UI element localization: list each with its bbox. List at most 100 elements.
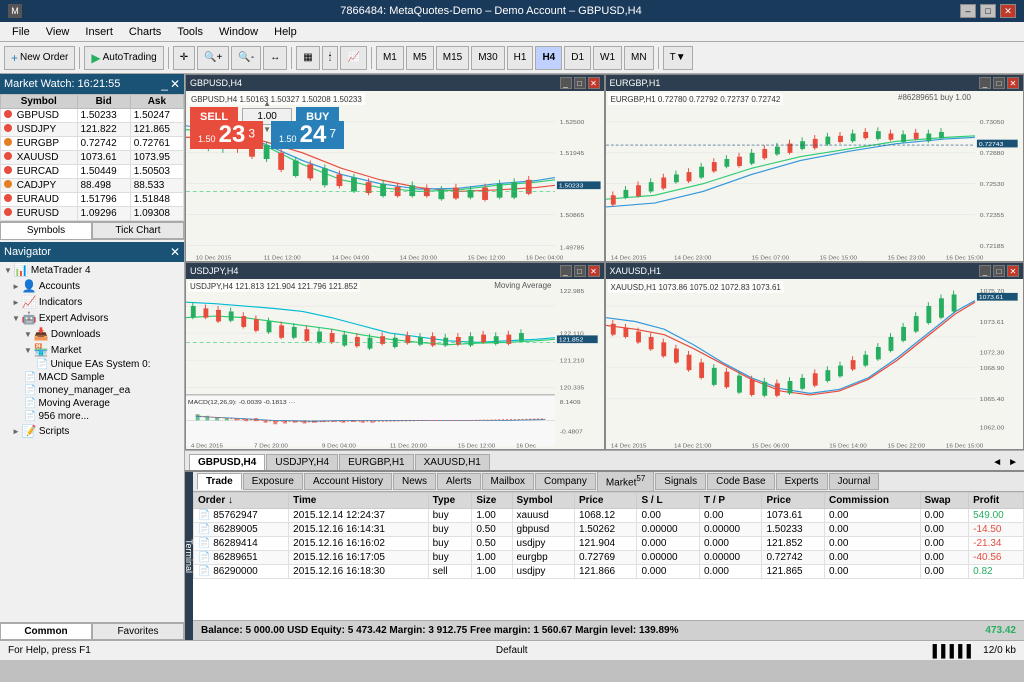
col-symbol[interactable]: Symbol <box>512 493 574 509</box>
minimize-button[interactable]: – <box>960 4 976 18</box>
nav-expert-advisors[interactable]: ▼ 🤖 Expert Advisors <box>0 310 184 326</box>
nav-more[interactable]: 📄 956 more... <box>0 410 184 423</box>
chart-gbpusd-minimize[interactable]: _ <box>560 77 572 89</box>
col-tp[interactable]: T / P <box>699 493 762 509</box>
period-mn[interactable]: MN <box>624 46 654 70</box>
menu-tools[interactable]: Tools <box>169 24 211 40</box>
menu-charts[interactable]: Charts <box>121 24 169 40</box>
tab-account-history[interactable]: Account History <box>304 473 392 490</box>
maximize-button[interactable]: □ <box>980 4 996 18</box>
chart-gbpusd-maximize[interactable]: □ <box>574 77 586 89</box>
template-button[interactable]: T▼ <box>663 46 693 70</box>
menu-view[interactable]: View <box>38 24 78 40</box>
chart-eurgbp-close[interactable]: ✕ <box>1007 77 1019 89</box>
period-m15[interactable]: M15 <box>436 46 469 70</box>
chart-eurgbp-maximize[interactable]: □ <box>993 77 1005 89</box>
market-row[interactable]: EURUSD 1.09296 1.09308 <box>1 207 184 221</box>
nav-macd-sample[interactable]: 📄 MACD Sample <box>0 371 184 384</box>
tab-alerts[interactable]: Alerts <box>437 473 481 490</box>
chart-gbpusd-close[interactable]: ✕ <box>588 77 600 89</box>
market-row[interactable]: EURCAD 1.50449 1.50503 <box>1 165 184 179</box>
crosshair-button[interactable]: ✛ <box>173 46 195 70</box>
market-symbols-tab[interactable]: Symbols <box>0 222 92 239</box>
chart-usdjpy-close[interactable]: ✕ <box>588 265 600 277</box>
chart-xauusd-minimize[interactable]: _ <box>979 265 991 277</box>
period-w1[interactable]: W1 <box>593 46 622 70</box>
col-time[interactable]: Time <box>289 493 428 509</box>
col-price[interactable]: Price <box>574 493 637 509</box>
market-watch-close[interactable]: ✕ <box>170 77 180 91</box>
tab-journal[interactable]: Journal <box>829 473 880 490</box>
candle-chart-button[interactable]: 🕯 <box>322 46 339 70</box>
market-row[interactable]: XAUUSD 1073.61 1073.95 <box>1 151 184 165</box>
nav-unique-eas[interactable]: 📄 Unique EAs System 0: <box>0 358 184 371</box>
tab-exposure[interactable]: Exposure <box>243 473 303 490</box>
new-order-button[interactable]: + New Order <box>4 46 75 70</box>
col-curr-price[interactable]: Price <box>762 493 825 509</box>
col-profit[interactable]: Profit <box>969 493 1024 509</box>
zoom-in-button[interactable]: 🔍+ <box>197 46 229 70</box>
tab-market[interactable]: Market57 <box>597 472 654 492</box>
chart-tab-eurgbp[interactable]: EURGBP,H1 <box>339 454 414 470</box>
order-row[interactable]: 📄 86289005 2015.12.16 16:14:31 buy 0.50 … <box>194 523 1024 537</box>
nav-moving-average[interactable]: 📄 Moving Average <box>0 397 184 410</box>
auto-trading-button[interactable]: ▶ AutoTrading <box>84 46 163 70</box>
market-row[interactable]: GBPUSD 1.50233 1.50247 <box>1 109 184 123</box>
market-row[interactable]: EURAUD 1.51796 1.51848 <box>1 193 184 207</box>
nav-downloads[interactable]: ▼ 📥 Downloads <box>0 326 184 342</box>
tab-code-base[interactable]: Code Base <box>707 473 774 490</box>
chart-nav-left[interactable]: ◄ <box>990 455 1004 470</box>
close-button[interactable]: ✕ <box>1000 4 1016 18</box>
tab-signals[interactable]: Signals <box>655 473 706 490</box>
menu-help[interactable]: Help <box>266 24 305 40</box>
nav-scripts[interactable]: ► 📝 Scripts <box>0 423 184 439</box>
period-m30[interactable]: M30 <box>471 46 504 70</box>
col-size[interactable]: Size <box>472 493 512 509</box>
chart-tab-usdjpy[interactable]: USDJPY,H4 <box>266 454 338 470</box>
market-row[interactable]: EURGBP 0.72742 0.72761 <box>1 137 184 151</box>
bar-chart-button[interactable]: ▦ <box>296 46 319 70</box>
zoom-out-button[interactable]: 🔍- <box>231 46 261 70</box>
tab-trade[interactable]: Trade <box>197 473 242 490</box>
chart-tab-gbpusd[interactable]: GBPUSD,H4 <box>189 454 265 470</box>
chart-nav-right[interactable]: ► <box>1006 455 1020 470</box>
period-h4[interactable]: H4 <box>535 46 562 70</box>
line-chart-button[interactable]: 📈 <box>340 46 366 70</box>
col-swap[interactable]: Swap <box>920 493 969 509</box>
nav-money-manager[interactable]: 📄 money_manager_ea <box>0 384 184 397</box>
nav-market[interactable]: ▼ 🏪 Market <box>0 342 184 358</box>
col-commission[interactable]: Commission <box>824 493 920 509</box>
chart-xauusd-maximize[interactable]: □ <box>993 265 1005 277</box>
terminal-label[interactable]: Terminal <box>185 472 193 640</box>
market-row[interactable]: CADJPY 88.498 88.533 <box>1 179 184 193</box>
chart-usdjpy-maximize[interactable]: □ <box>574 265 586 277</box>
order-row[interactable]: 📄 85762947 2015.12.14 12:24:37 buy 1.00 … <box>194 509 1024 523</box>
col-type[interactable]: Type <box>428 493 472 509</box>
market-row[interactable]: USDJPY 121.822 121.865 <box>1 123 184 137</box>
tab-news[interactable]: News <box>393 473 436 490</box>
market-tick-tab[interactable]: Tick Chart <box>92 222 184 239</box>
chart-tab-xauusd[interactable]: XAUUSD,H1 <box>415 454 490 470</box>
order-row[interactable]: 📄 86289651 2015.12.16 16:17:05 buy 1.00 … <box>194 551 1024 565</box>
tab-mailbox[interactable]: Mailbox <box>482 473 534 490</box>
period-m1[interactable]: M1 <box>376 46 404 70</box>
tab-company[interactable]: Company <box>535 473 596 490</box>
tab-common[interactable]: Common <box>0 623 92 640</box>
navigator-close[interactable]: ✕ <box>170 245 180 259</box>
order-row[interactable]: 📄 86290000 2015.12.16 16:18:30 sell 1.00… <box>194 565 1024 579</box>
tab-favorites[interactable]: Favorites <box>92 623 184 640</box>
menu-file[interactable]: File <box>4 24 38 40</box>
order-row[interactable]: 📄 86289414 2015.12.16 16:16:02 buy 0.50 … <box>194 537 1024 551</box>
tab-experts[interactable]: Experts <box>776 473 828 490</box>
menu-window[interactable]: Window <box>211 24 266 40</box>
chart-usdjpy-minimize[interactable]: _ <box>560 265 572 277</box>
chart-xauusd-close[interactable]: ✕ <box>1007 265 1019 277</box>
col-sl[interactable]: S / L <box>637 493 700 509</box>
nav-indicators[interactable]: ► 📈 Indicators <box>0 294 184 310</box>
nav-metatrader4[interactable]: ▼ 📊 MetaTrader 4 <box>0 262 184 278</box>
menu-insert[interactable]: Insert <box>77 24 121 40</box>
market-watch-minimize[interactable]: _ <box>161 77 168 91</box>
chart-scroll-button[interactable]: ↔ <box>263 46 287 70</box>
period-h1[interactable]: H1 <box>507 46 534 70</box>
chart-eurgbp-minimize[interactable]: _ <box>979 77 991 89</box>
